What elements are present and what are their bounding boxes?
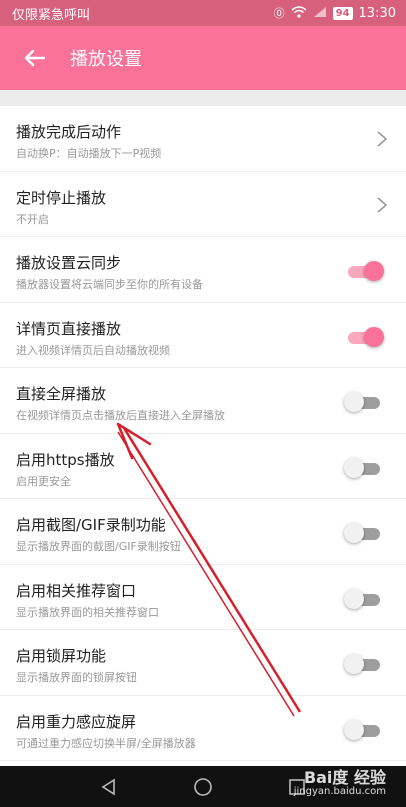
settings-list: 播放完成后动作自动换P：自动播放下一P视频定时停止播放不开启播放设置云同步播放器…	[0, 106, 406, 766]
battery-indicator: 94	[332, 6, 353, 20]
setting-subtitle: 不开启	[16, 212, 49, 226]
setting-subtitle: 显示播放界面的相关推荐窗口	[16, 605, 159, 619]
watermark-brand: Bai度 经验	[303, 768, 386, 787]
setting-subtitle: 显示播放界面的截图/GIF录制按钮	[16, 540, 181, 553]
toggle-thumb	[344, 719, 364, 740]
settings-row[interactable]: 定时停止播放 不开启	[0, 172, 406, 237]
watermark: Bai度 经验 jingyan.baidu.com	[294, 764, 386, 797]
watermark-url: jingyan.baidu.com	[293, 786, 386, 797]
status-icons: ⓪ 94 13:30	[274, 6, 396, 21]
setting-title: 启用锁屏功能	[16, 647, 107, 665]
toggle-thumb	[344, 392, 364, 412]
status-time: 13:30	[358, 5, 396, 21]
settings-row[interactable]: 启用https播放启用更安全	[0, 434, 406, 499]
settings-row[interactable]: 启用截图/GIF录制功能显示播放界面的截图/GIF录制按钮	[0, 499, 406, 565]
page-title: 播放设置	[70, 49, 142, 70]
toggle-thumb	[344, 523, 364, 543]
section-gap	[0, 90, 406, 106]
triangle-back-icon	[101, 778, 115, 795]
setting-title: 定时停止播放	[16, 188, 107, 207]
setting-subtitle: 可通过重力感应切换半屏/全屏播放器	[16, 736, 196, 750]
nav-back-button[interactable]	[97, 775, 121, 799]
toggle-thumb	[344, 654, 364, 674]
setting-title: 播放完成后动作	[16, 123, 122, 141]
settings-row[interactable]: 播放完成后动作自动换P：自动播放下一P视频	[0, 106, 406, 172]
toggle-thumb	[364, 326, 384, 347]
settings-row[interactable]: 启用锁屏功能显示播放界面的锁屏按钮	[0, 630, 406, 696]
settings-row[interactable]: 启用重力感应旋屏可通过重力感应切换半屏/全屏播放器	[0, 696, 406, 761]
settings-row[interactable]: 播放设置云同步播放器设置将云端同步至你的所有设备	[0, 237, 406, 303]
settings-row[interactable]: 启用相关推荐窗口显示播放界面的相关推荐窗口	[0, 565, 406, 630]
setting-subtitle: 进入视频详情页后自动播放视频	[16, 343, 170, 357]
setting-title: 直接全屏播放	[16, 385, 107, 403]
toggle-switch[interactable]	[344, 654, 384, 674]
setting-title: 启用截图/GIF录制功能	[16, 516, 166, 534]
settings-row[interactable]: 详情页直接播放进入视频详情页后自动播放视频	[0, 303, 406, 368]
settings-row[interactable]: 直接全屏播放在视频详情页点击播放后直接进入全屏播放	[0, 368, 406, 434]
toggle-switch[interactable]	[344, 326, 384, 347]
toggle-switch[interactable]	[344, 457, 384, 478]
toggle-thumb	[364, 261, 384, 281]
wifi-icon	[291, 6, 307, 20]
toggle-switch[interactable]	[344, 261, 384, 281]
toggle-switch[interactable]	[344, 523, 384, 543]
setting-title: 启用重力感应旋屏	[16, 712, 137, 731]
nav-home-button[interactable]	[191, 775, 215, 799]
chevron-right-icon[interactable]	[376, 196, 388, 214]
status-carrier: 仅限紧急呼叫	[12, 7, 91, 23]
toggle-switch[interactable]	[344, 392, 384, 412]
setting-title: 启用https播放	[16, 450, 115, 469]
signal-icon	[313, 6, 327, 20]
toggle-thumb	[344, 588, 364, 609]
setting-title: 播放设置云同步	[16, 254, 122, 272]
setting-subtitle: 自动换P：自动播放下一P视频	[16, 147, 162, 160]
status-bar: 仅限紧急呼叫 ⓪ 94 13:30	[0, 0, 406, 26]
setting-subtitle: 启用更安全	[16, 474, 71, 488]
setting-title: 详情页直接播放	[16, 319, 122, 338]
setting-subtitle: 在视频详情页点击播放后直接进入全屏播放	[16, 409, 225, 422]
arrow-left-icon	[24, 49, 45, 67]
toggle-switch[interactable]	[344, 588, 384, 609]
back-button[interactable]	[12, 36, 56, 80]
circle-home-icon	[194, 777, 212, 796]
toggle-thumb	[344, 457, 364, 478]
app-toolbar: 播放设置	[0, 26, 406, 90]
nfc-icon: ⓪	[273, 6, 285, 20]
setting-subtitle: 显示播放界面的锁屏按钮	[16, 671, 137, 684]
toggle-switch[interactable]	[344, 719, 384, 740]
setting-title: 启用相关推荐窗口	[16, 581, 137, 600]
setting-subtitle: 播放器设置将云端同步至你的所有设备	[16, 278, 203, 291]
chevron-right-icon[interactable]	[376, 130, 388, 148]
